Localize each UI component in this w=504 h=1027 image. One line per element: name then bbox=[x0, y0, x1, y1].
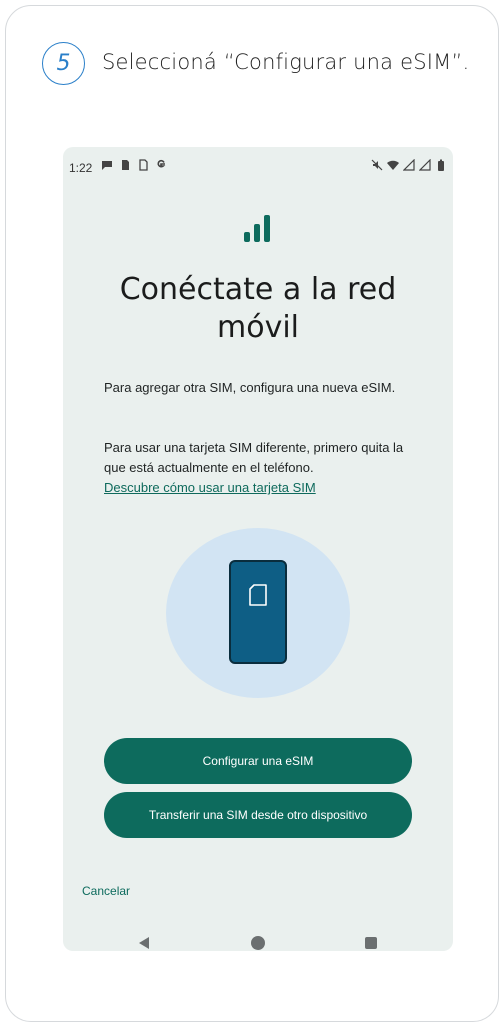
wifi-icon bbox=[387, 160, 399, 170]
step-card: 5 Seleccioná “Configurar una eSIM”. 1:22 bbox=[5, 5, 499, 1022]
home-icon[interactable] bbox=[251, 936, 265, 950]
setup-esim-button[interactable]: Configurar una eSIM bbox=[104, 738, 412, 784]
status-bar: 1:22 bbox=[63, 147, 453, 187]
battery-icon bbox=[438, 159, 444, 171]
signal-icon bbox=[419, 159, 431, 171]
title-line-2: móvil bbox=[216, 310, 299, 345]
mute-icon bbox=[371, 159, 383, 171]
status-time: 1:22 bbox=[69, 161, 93, 175]
back-icon[interactable] bbox=[137, 936, 151, 950]
sim-icon bbox=[122, 160, 129, 170]
use-sim-text: Para usar una tarjeta SIM diferente, pri… bbox=[104, 440, 404, 475]
title-line-1: Conéctate a la red bbox=[119, 272, 397, 307]
add-esim-text: Para agregar otra SIM, configura una nue… bbox=[104, 380, 396, 395]
step-instruction: Seleccioná “Configurar una eSIM”. bbox=[102, 50, 470, 74]
phone-screenshot: 1:22 Conéctate a la red móvil Para agreg… bbox=[63, 147, 453, 951]
recent-apps-icon[interactable] bbox=[365, 937, 377, 949]
transfer-sim-button[interactable]: Transferir una SIM desde otro dispositiv… bbox=[104, 792, 412, 838]
file-icon bbox=[139, 159, 148, 171]
navigation-bar bbox=[63, 927, 453, 951]
signal-icon bbox=[403, 159, 415, 171]
step-number-badge: 5 bbox=[42, 42, 85, 85]
sim-card-icon bbox=[249, 584, 267, 606]
cellular-signal-icon bbox=[244, 215, 270, 242]
learn-sim-link[interactable]: Descubre cómo usar una tarjeta SIM bbox=[104, 478, 316, 498]
page-title: Conéctate a la red móvil bbox=[63, 271, 453, 347]
phone-illustration bbox=[229, 560, 287, 664]
cancel-button[interactable]: Cancelar bbox=[82, 884, 130, 898]
google-icon bbox=[157, 159, 166, 168]
chat-icon bbox=[102, 161, 112, 170]
